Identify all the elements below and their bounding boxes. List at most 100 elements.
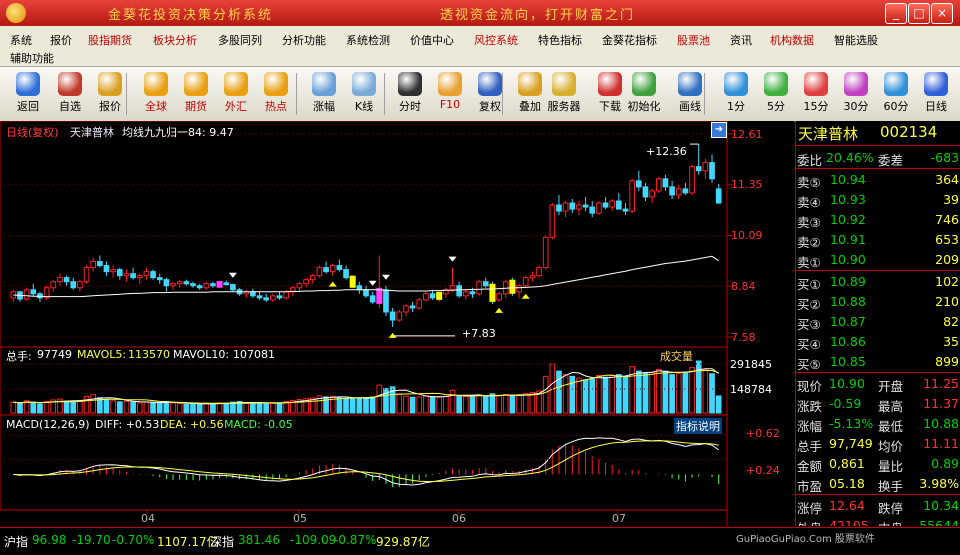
month-label-04: 04	[141, 512, 155, 525]
volume-title: 成交量	[660, 350, 693, 363]
volume-bar	[90, 394, 97, 414]
menu-item[interactable]: 报价	[50, 32, 72, 48]
toolbar-icon	[264, 72, 288, 96]
sh-index-label[interactable]: 沪指	[4, 533, 28, 550]
quote-divider-2	[796, 270, 960, 271]
volume-bar	[349, 398, 356, 414]
signal-marker	[349, 275, 356, 288]
toolbar-button-label: 30分	[843, 100, 869, 113]
candle-body	[562, 202, 569, 212]
toolbar-button[interactable]: F10	[432, 69, 468, 119]
toolbar-button[interactable]: K线	[346, 69, 382, 119]
toolbar-button[interactable]: 涨幅	[306, 69, 342, 119]
toolbar-icon	[478, 72, 502, 96]
toolbar-button[interactable]: 60分	[878, 69, 914, 119]
toolbar-button[interactable]: 画线	[672, 69, 708, 119]
toolbar-separator	[296, 73, 297, 115]
menu-item[interactable]: 金葵花指标	[602, 32, 657, 48]
minimize-button[interactable]: _	[885, 3, 907, 24]
candle-body	[589, 206, 596, 214]
toolbar-button[interactable]: 1分	[718, 69, 754, 119]
volume-bar	[163, 400, 170, 414]
menu-item[interactable]: 分析功能	[282, 32, 326, 48]
toolbar-button[interactable]: 期货	[178, 69, 214, 119]
menu-item[interactable]: 智能选股	[834, 32, 878, 48]
menu-item[interactable]: 价值中心	[410, 32, 454, 48]
maximize-button[interactable]: □	[908, 3, 930, 24]
toolbar-button[interactable]: 全球	[138, 69, 174, 119]
toolbar-button[interactable]: 返回	[10, 69, 46, 119]
toolbar-button[interactable]: 外汇	[218, 69, 254, 119]
volume-bar	[469, 396, 476, 414]
candle-body	[635, 180, 642, 188]
toolbar-button[interactable]: 30分	[838, 69, 874, 119]
candle-body	[642, 186, 649, 198]
volume-bar	[123, 400, 130, 414]
chart-expand-icon[interactable]: ➜	[711, 122, 727, 138]
candle-body	[702, 162, 709, 172]
volume-bar	[210, 403, 216, 414]
candle-body	[556, 204, 562, 212]
toolbar-icon	[98, 72, 122, 96]
candle-body	[429, 293, 436, 299]
toolbar-button[interactable]: 初始化	[626, 69, 662, 119]
kline-chart[interactable]: 日线(复权) 天津普林 均线九九归一84: 9.47 ➜ +12.36 +7.8…	[0, 121, 794, 526]
candle-body	[309, 275, 316, 281]
volume-bar	[17, 402, 23, 414]
volume-bar	[429, 396, 436, 414]
menu-item[interactable]: 板块分析	[153, 32, 197, 48]
quote-stat-row: 金额 0,861 量比 0.89	[796, 454, 960, 474]
buy-price: 10.85	[830, 354, 866, 369]
stat-label: 量比	[878, 459, 904, 474]
toolbar-button-label: K线	[354, 100, 374, 113]
candle-body	[609, 200, 616, 208]
menu-item[interactable]: 辅助功能	[10, 50, 54, 66]
toolbar-button[interactable]: 日线	[918, 69, 954, 119]
sell-signal-triangle	[368, 280, 377, 286]
signal-marker	[509, 279, 516, 294]
menu-item[interactable]: 风控系统	[474, 32, 518, 48]
menu-item[interactable]: 股指期货	[88, 32, 132, 48]
stat-label: 涨幅	[797, 419, 823, 434]
signal-marker	[216, 280, 223, 288]
menu-item[interactable]: 系统检测	[346, 32, 390, 48]
menu-item[interactable]: 机构数据	[770, 32, 814, 48]
sell-price: 10.91	[830, 232, 866, 247]
toolbar-button[interactable]: 报价	[92, 69, 128, 119]
toolbar-button[interactable]: 服务器	[546, 69, 582, 119]
chart-canvas[interactable]	[0, 121, 794, 526]
menu-item[interactable]: 多股同列	[218, 32, 262, 48]
toolbar-button[interactable]: 叠加	[512, 69, 548, 119]
candle-body	[462, 291, 469, 297]
buy-order-row: 买③ 10.87 82	[796, 312, 960, 332]
menu-item[interactable]: 资讯	[730, 32, 752, 48]
sz-index-label[interactable]: 深指	[210, 533, 234, 550]
candle-body	[343, 269, 349, 279]
volume-bar	[655, 368, 662, 414]
candle-body	[662, 178, 669, 188]
close-button[interactable]: ×	[931, 3, 953, 24]
toolbar-button[interactable]: 15分	[798, 69, 834, 119]
sell-signal-triangle	[448, 256, 457, 262]
toolbar-button[interactable]: 下载	[592, 69, 628, 119]
candle-body	[416, 299, 423, 309]
toolbar-button[interactable]: 5分	[758, 69, 794, 119]
macd-diff: DIFF: +0.53	[95, 418, 160, 431]
quote-divider-1	[796, 168, 960, 169]
stat-label: 涨跌	[797, 399, 823, 414]
toolbar-button[interactable]: 分时	[392, 69, 428, 119]
toolbar-button[interactable]: 热点	[258, 69, 294, 119]
sell-level-label: 卖②	[797, 235, 821, 250]
toolbar-icon	[144, 72, 168, 96]
toolbar-button-label: 日线	[925, 100, 947, 113]
toolbar-button[interactable]: 自选	[52, 69, 88, 119]
toolbar-button-label: 分时	[399, 100, 421, 113]
candle-body	[130, 273, 136, 279]
menu-item[interactable]: 系统	[10, 32, 32, 48]
volume-ma10-label: MAVOL10:	[173, 348, 230, 361]
quote-panel: 天津普林 002134 委比 20.46% 委差 -683 卖⑤ 10.94 364…	[795, 121, 960, 526]
toolbar-button[interactable]: 复权	[472, 69, 508, 119]
menu-item[interactable]: 特色指标	[538, 32, 582, 48]
menu-item[interactable]: 股票池	[677, 32, 710, 48]
indicator-help-button[interactable]: 指标说明	[674, 418, 722, 434]
